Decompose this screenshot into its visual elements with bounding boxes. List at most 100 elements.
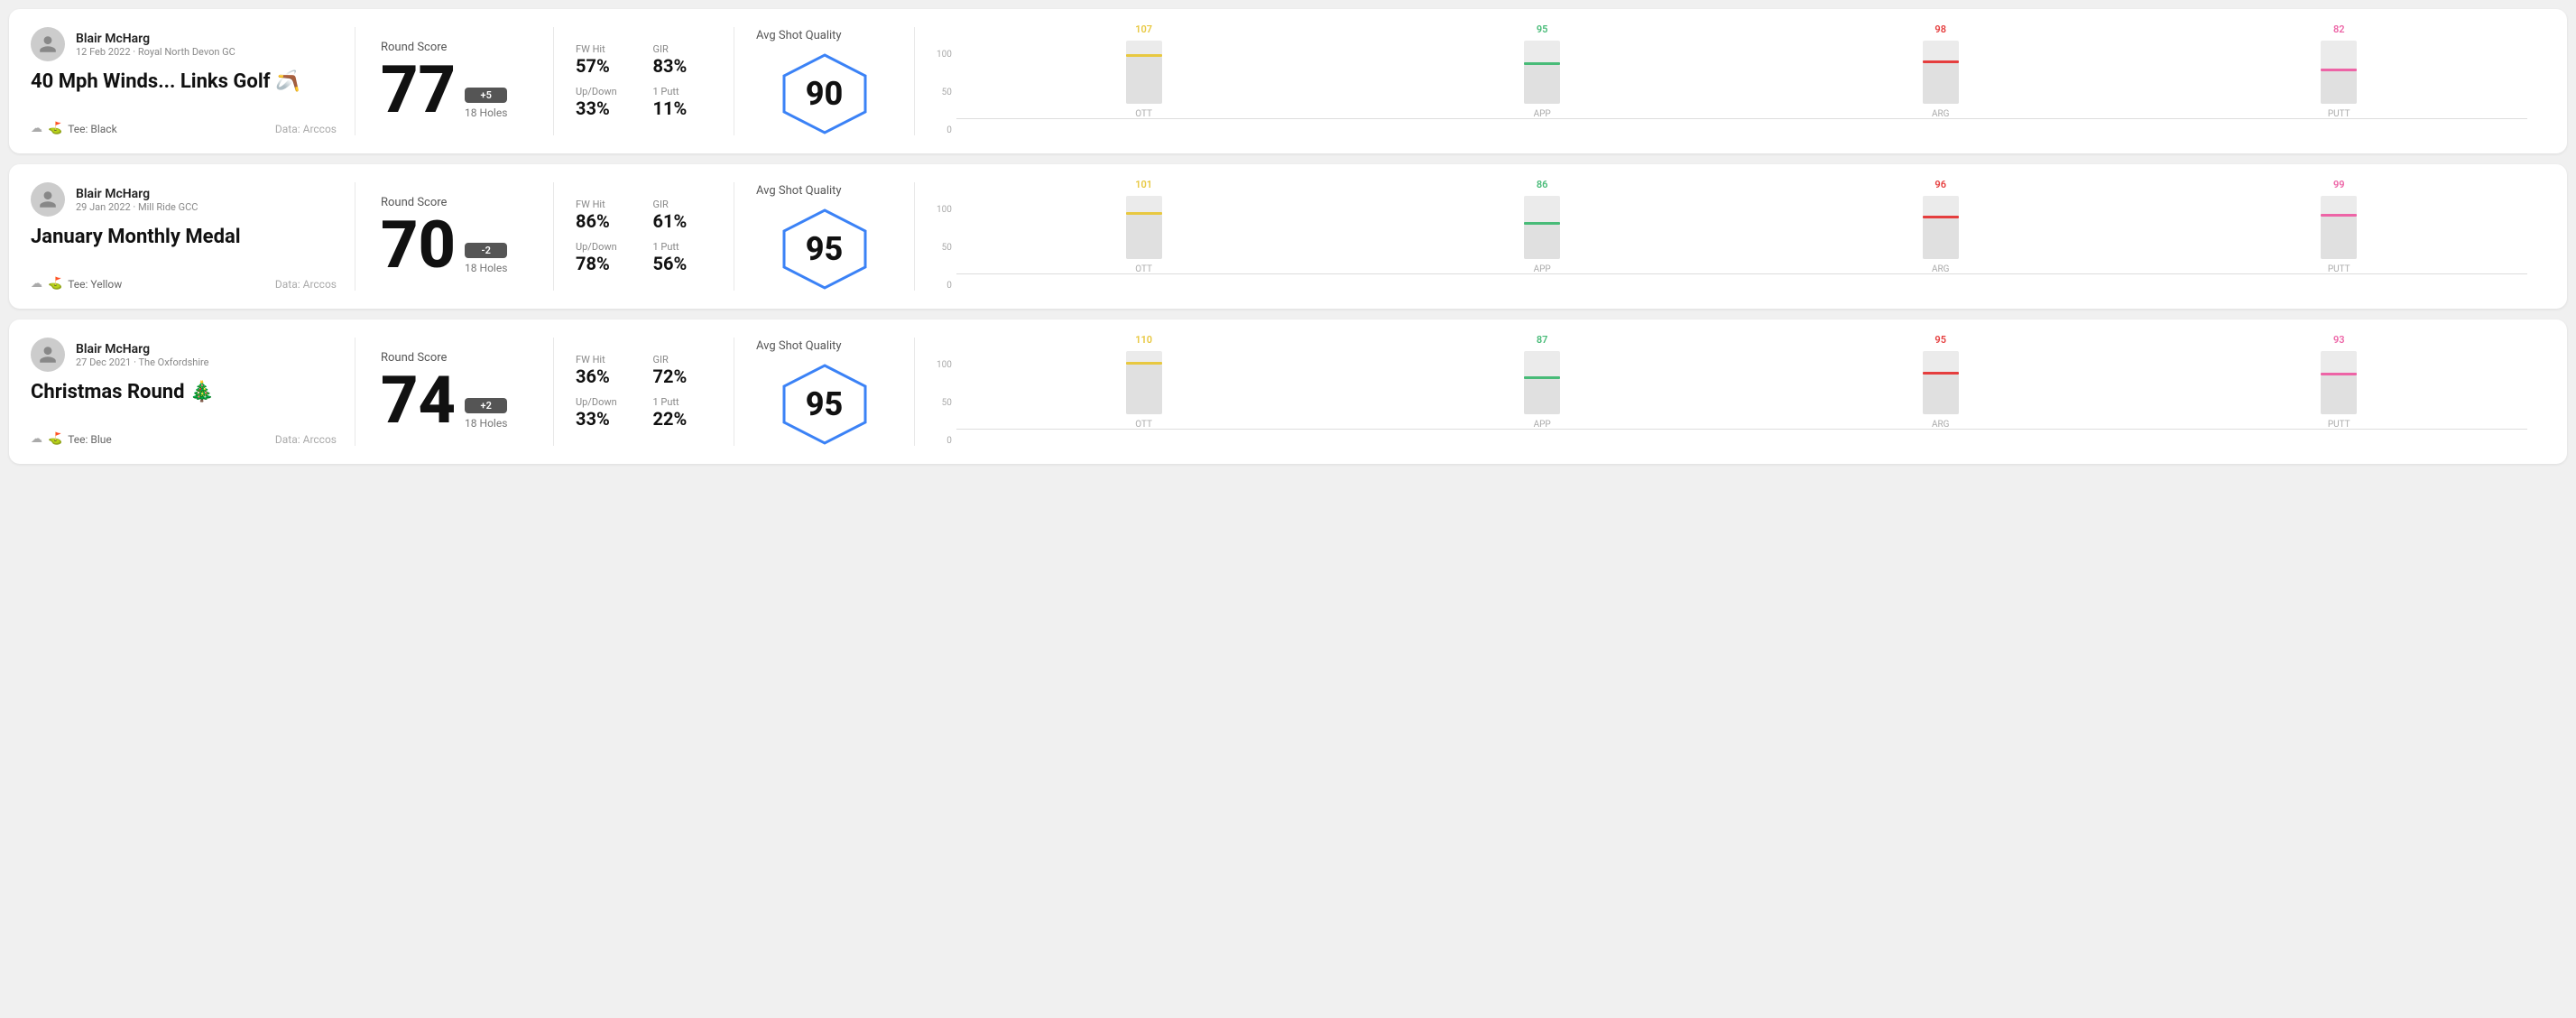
gir-label: GIR <box>653 354 713 366</box>
bar-wrapper <box>1524 351 1560 414</box>
bar-group-putt: 93PUTT <box>2150 334 2527 430</box>
avatar <box>31 338 65 372</box>
tee-label: Tee: Black <box>68 123 116 135</box>
tee-info: ☁ ⛳ Tee: Yellow <box>31 277 122 291</box>
bar-fill <box>1923 218 1959 259</box>
card-footer: ☁ ⛳ Tee: Blue Data: Arccos <box>31 432 337 446</box>
player-header: Blair McHarg 12 Feb 2022 · Royal North D… <box>31 27 337 61</box>
fw-hit-label: FW Hit <box>576 43 635 55</box>
round-title: January Monthly Medal <box>31 226 337 248</box>
round-card-2: Blair McHarg 29 Jan 2022 · Mill Ride GCC… <box>9 164 2567 309</box>
one-putt-value: 56% <box>653 253 713 274</box>
player-header: Blair McHarg 29 Jan 2022 · Mill Ride GCC <box>31 182 337 217</box>
bar-fill <box>1524 65 1560 104</box>
chart-section: 100500101OTT86APP96ARG99PUTT <box>915 182 2545 291</box>
one-putt-stat: 1 Putt 56% <box>653 241 713 274</box>
hexagon-container: 95 <box>780 208 870 290</box>
score-details: +2 18 Holes <box>465 398 507 430</box>
avatar <box>31 182 65 217</box>
bar-line <box>1524 62 1560 65</box>
player-meta: 27 Dec 2021 · The Oxfordshire <box>76 356 208 368</box>
bar-wrapper <box>1126 196 1162 259</box>
score-section: Round Score 70 -2 18 Holes <box>355 182 554 291</box>
bar-value-label: 101 <box>1135 179 1152 190</box>
one-putt-label: 1 Putt <box>653 241 713 253</box>
bar-group-putt: 99PUTT <box>2150 179 2527 274</box>
fw-hit-value: 57% <box>576 55 635 77</box>
bar-fill <box>2321 71 2357 104</box>
stats-grid: FW Hit 36% GIR 72% Up/Down 33% 1 Putt 22… <box>576 354 712 430</box>
bar-line <box>2321 373 2357 375</box>
score-number: 77 <box>381 58 456 123</box>
player-name: Blair McHarg <box>76 187 198 201</box>
stats-section: FW Hit 57% GIR 83% Up/Down 33% 1 Putt 11… <box>554 27 734 135</box>
score-details: +5 18 Holes <box>465 88 507 119</box>
bar-line <box>1126 212 1162 215</box>
score-number: 74 <box>381 368 456 433</box>
chart-section: 100500107OTT95APP98ARG82PUTT <box>915 27 2545 135</box>
up-down-value: 33% <box>576 408 635 430</box>
data-source: Data: Arccos <box>275 433 337 446</box>
quality-section: Avg Shot Quality 95 <box>734 182 915 291</box>
y-label: 50 <box>937 243 952 253</box>
bar-line <box>1524 376 1560 379</box>
bar-value-label: 99 <box>2333 179 2345 190</box>
score-badge: +5 <box>465 88 507 103</box>
chart-baseline <box>956 429 2527 430</box>
player-info: Blair McHarg 29 Jan 2022 · Mill Ride GCC <box>76 187 198 213</box>
bar-wrapper <box>1126 41 1162 104</box>
bar-fill <box>1524 379 1560 414</box>
y-label: 50 <box>937 398 952 408</box>
fw-hit-stat: FW Hit 86% <box>576 199 635 232</box>
score-main: 70 -2 18 Holes <box>381 213 528 278</box>
bar-value-label: 96 <box>1934 179 1946 190</box>
y-label: 0 <box>937 436 952 446</box>
bar-group-arg: 96ARG <box>1752 179 2129 274</box>
card-left: Blair McHarg 27 Dec 2021 · The Oxfordshi… <box>31 338 355 446</box>
quality-label: Avg Shot Quality <box>756 184 842 198</box>
one-putt-label: 1 Putt <box>653 86 713 97</box>
score-section: Round Score 77 +5 18 Holes <box>355 27 554 135</box>
up-down-value: 33% <box>576 97 635 119</box>
bar-fill <box>1126 215 1162 259</box>
gir-value: 72% <box>653 366 713 387</box>
card-left: Blair McHarg 12 Feb 2022 · Royal North D… <box>31 27 355 135</box>
bar-group-ott: 110OTT <box>956 334 1333 430</box>
bar-fill <box>1923 375 1959 414</box>
stats-section: FW Hit 36% GIR 72% Up/Down 33% 1 Putt 22… <box>554 338 734 446</box>
bar-group-arg: 95ARG <box>1752 334 2129 430</box>
bar-wrapper <box>1923 41 1959 104</box>
bag-icon: ⛳ <box>48 277 62 291</box>
player-info: Blair McHarg 27 Dec 2021 · The Oxfordshi… <box>76 342 208 368</box>
quality-section: Avg Shot Quality 90 <box>734 27 915 135</box>
one-putt-stat: 1 Putt 22% <box>653 396 713 430</box>
bar-value-label: 82 <box>2333 23 2345 35</box>
tee-info: ☁ ⛳ Tee: Blue <box>31 432 112 446</box>
one-putt-label: 1 Putt <box>653 396 713 408</box>
bar-line <box>2321 69 2357 71</box>
bar-fill <box>2321 217 2357 259</box>
player-meta: 12 Feb 2022 · Royal North Devon GC <box>76 46 235 58</box>
y-label: 100 <box>937 360 952 370</box>
fw-hit-value: 36% <box>576 366 635 387</box>
bar-value-label: 95 <box>1537 23 1548 35</box>
hexagon-container: 90 <box>780 53 870 134</box>
up-down-stat: Up/Down 33% <box>576 86 635 119</box>
stats-section: FW Hit 86% GIR 61% Up/Down 78% 1 Putt 56… <box>554 182 734 291</box>
bar-group-app: 95APP <box>1353 23 1731 119</box>
fw-hit-stat: FW Hit 57% <box>576 43 635 77</box>
chart-baseline <box>956 118 2527 119</box>
bar-wrapper <box>1923 351 1959 414</box>
round-title: Christmas Round 🎄 <box>31 381 337 403</box>
bar-line <box>1126 54 1162 57</box>
one-putt-value: 22% <box>653 408 713 430</box>
score-section: Round Score 74 +2 18 Holes <box>355 338 554 446</box>
one-putt-stat: 1 Putt 11% <box>653 86 713 119</box>
up-down-stat: Up/Down 33% <box>576 396 635 430</box>
quality-label: Avg Shot Quality <box>756 29 842 42</box>
hexagon-container: 95 <box>780 364 870 445</box>
fw-hit-label: FW Hit <box>576 354 635 366</box>
bar-value-label: 86 <box>1537 179 1548 190</box>
quality-score: 95 <box>806 230 844 268</box>
bag-icon: ⛳ <box>48 122 62 135</box>
